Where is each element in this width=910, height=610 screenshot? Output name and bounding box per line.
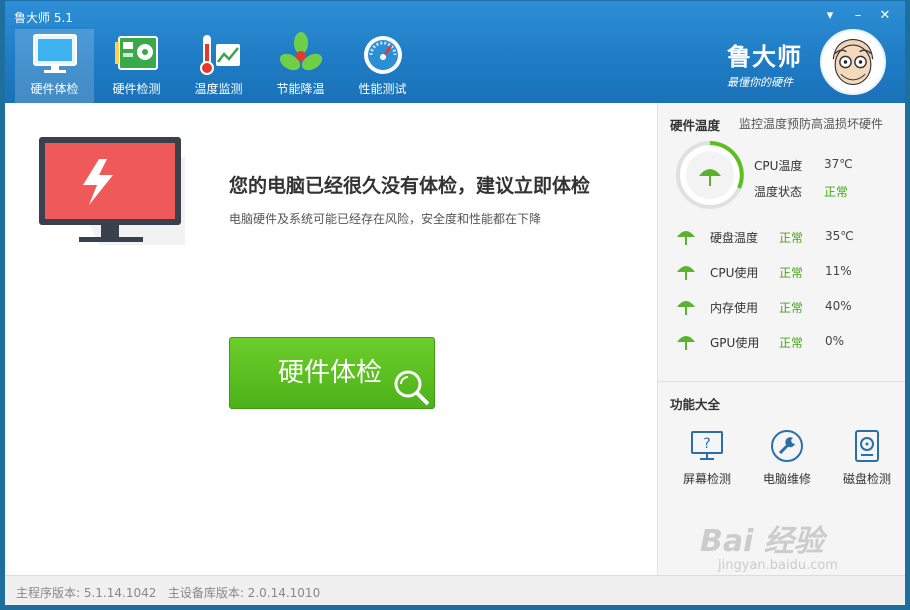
metric-name: CPU使用 (710, 266, 759, 280)
brand-name: 鲁大师 (727, 43, 802, 71)
tool-screen-check[interactable]: ? 屏幕检测 (674, 428, 740, 487)
temperature-gauge (676, 141, 744, 209)
metric-row: 内存使用 正常 40% (676, 297, 896, 317)
thermometer-icon (199, 35, 240, 75)
divider (658, 381, 905, 382)
metric-status: 正常 (779, 336, 804, 350)
tools-title: 功能大全 (670, 397, 721, 412)
tab-label: 硬件检测 (112, 82, 161, 96)
temp-state-label: 温度状态 (754, 185, 803, 199)
metric-value: 11% (825, 264, 852, 278)
status-bar: 主程序版本: 5.1.14.1042 主设备库版本: 2.0.14.1010 (5, 575, 905, 605)
tool-pc-repair[interactable]: 电脑维修 (754, 428, 820, 487)
speedometer-icon (363, 36, 402, 74)
tool-label: 电脑维修 (762, 472, 811, 486)
app-window: 鲁大师 5.1 ▾ – ✕ 硬件体检 硬件检测 温度监测 节能降温 性能测试 鲁… (4, 0, 906, 606)
tool-label: 屏幕检测 (682, 472, 731, 486)
metric-value: 40% (825, 299, 852, 313)
tab-label: 温度监测 (194, 82, 243, 96)
cpu-temp-value: 37℃ (824, 157, 853, 171)
watermark-sub: jingyan.baidu.com (718, 558, 838, 573)
title-bar: 鲁大师 5.1 ▾ – ✕ 硬件体检 硬件检测 温度监测 节能降温 性能测试 鲁… (5, 1, 905, 103)
tab-hardware-checkup[interactable]: 硬件体检 (15, 29, 94, 103)
tab-label: 节能降温 (276, 82, 325, 96)
circuit-board-icon (114, 36, 158, 70)
cpu-temp-row: CPU温度 37℃ (754, 157, 853, 174)
metric-row: CPU使用 正常 11% (676, 262, 896, 282)
main-nav: 硬件体检 硬件检测 温度监测 节能降温 性能测试 (15, 29, 425, 103)
temperature-title: 硬件温度 (670, 118, 721, 133)
screen-check-icon: ? (691, 431, 723, 460)
magnifier-icon (394, 370, 430, 406)
tab-performance-test[interactable]: 性能测试 (343, 29, 422, 103)
metric-name: 硬盘温度 (710, 231, 759, 245)
metric-value: 0% (825, 334, 845, 348)
temp-state-value: 正常 (824, 185, 849, 199)
metric-row: 硬盘温度 正常 35℃ (676, 227, 896, 247)
temperature-note: 监控温度预防高温损坏硬件 (739, 117, 884, 131)
metric-row: GPU使用 正常 0% (676, 332, 896, 352)
metric-name: GPU使用 (710, 336, 760, 350)
brand: 鲁大师 最懂你的硬件 (727, 37, 802, 90)
metric-status: 正常 (779, 231, 804, 245)
checkup-panel: 您的电脑已经很久没有体检，建议立即体检 电脑硬件及系统可能已经存在风险，安全度和… (5, 103, 657, 575)
wrench-icon (771, 430, 803, 462)
metric-status: 正常 (779, 266, 804, 280)
cpu-temp-label: CPU温度 (754, 159, 803, 173)
tool-label: 磁盘检测 (842, 472, 891, 486)
side-panel: 硬件温度 监控温度预防高温损坏硬件 CPU温度 37℃ 温度状态 正常 硬盘温度… (657, 103, 905, 575)
metric-value: 35℃ (825, 229, 854, 243)
app-title: 鲁大师 5.1 (14, 11, 73, 25)
checkup-headline: 您的电脑已经很久没有体检，建议立即体检 (229, 175, 591, 197)
umbrella-icon (677, 231, 695, 245)
menu-dropdown-button[interactable]: ▾ (820, 7, 840, 25)
hardware-checkup-button[interactable]: 硬件体检 (229, 337, 435, 409)
avatar (820, 29, 886, 95)
close-button[interactable]: ✕ (875, 7, 895, 25)
temp-state-row: 温度状态 正常 (754, 183, 848, 200)
checkup-button-label: 硬件体检 (278, 358, 383, 388)
version-info: 主程序版本: 5.1.14.1042 主设备库版本: 2.0.14.1010 (16, 586, 321, 600)
svg-text:?: ? (703, 436, 710, 452)
umbrella-icon (677, 266, 695, 280)
metric-name: 内存使用 (710, 301, 759, 315)
metric-status: 正常 (779, 301, 804, 315)
fan-icon (279, 32, 322, 71)
disk-icon (855, 430, 879, 462)
minimize-button[interactable]: – (848, 7, 868, 25)
watermark-main: Bai 经验 (700, 524, 824, 559)
brand-slogan: 最懂你的硬件 (727, 76, 793, 89)
tab-hardware-detect[interactable]: 硬件检测 (97, 29, 176, 103)
alert-monitor-icon (39, 137, 185, 245)
tab-energy-saving[interactable]: 节能降温 (261, 29, 340, 103)
tab-label: 性能测试 (358, 82, 407, 96)
checkup-subline: 电脑硬件及系统可能已经存在风险，安全度和性能都在下降 (229, 212, 542, 226)
umbrella-icon (677, 336, 695, 350)
monitor-icon (32, 34, 77, 73)
watermark: Bai 经验 jingyan.baidu.com (700, 516, 838, 573)
umbrella-icon (677, 301, 695, 315)
tab-temperature-monitor[interactable]: 温度监测 (179, 29, 258, 103)
tool-disk-check[interactable]: 磁盘检测 (834, 428, 900, 487)
tab-label: 硬件体检 (30, 82, 79, 96)
